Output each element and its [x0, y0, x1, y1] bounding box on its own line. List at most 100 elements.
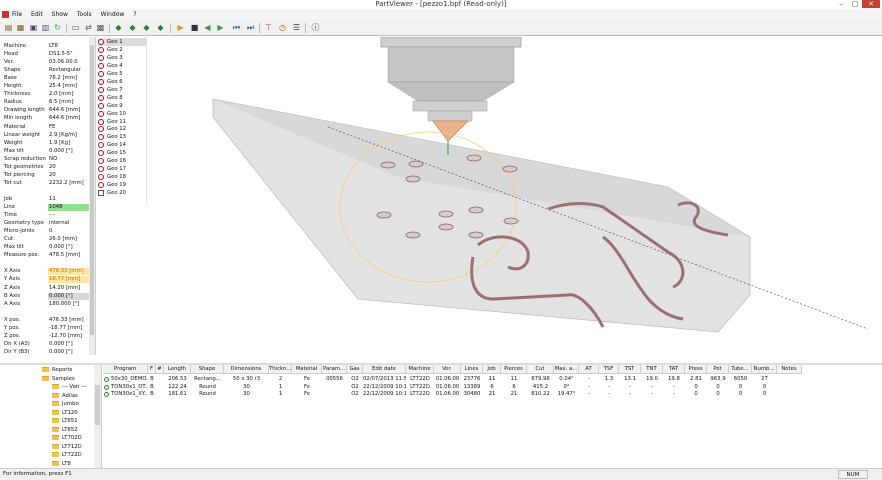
- column-header[interactable]: Press: [685, 365, 707, 374]
- tree-item[interactable]: LT712D: [52, 443, 82, 452]
- column-header[interactable]: TST: [619, 365, 641, 374]
- menu-file[interactable]: File: [12, 9, 22, 20]
- table-cell[interactable]: 1: [269, 391, 292, 398]
- column-header[interactable]: Material: [292, 365, 322, 374]
- table-cell[interactable]: -: [599, 391, 619, 398]
- column-header[interactable]: #: [156, 365, 164, 374]
- layout-icon[interactable]: ▩: [96, 23, 105, 32]
- table-cell[interactable]: -: [641, 384, 663, 391]
- table-cell[interactable]: 50 x 30 r3: [224, 376, 269, 383]
- column-header[interactable]: Tube...: [729, 365, 752, 374]
- first-icon[interactable]: ⏮: [232, 23, 241, 32]
- table-cell[interactable]: 6: [483, 384, 501, 391]
- open-icon[interactable]: ▤: [4, 23, 13, 32]
- table-cell[interactable]: 01.06.00: [434, 391, 461, 398]
- table-cell[interactable]: 2: [269, 376, 292, 383]
- 3d-viewport[interactable]: [148, 37, 882, 363]
- table-cell[interactable]: 879.98: [527, 376, 554, 383]
- column-header[interactable]: Gas: [347, 365, 363, 374]
- table-cell[interactable]: -: [579, 384, 599, 391]
- stop-icon[interactable]: ■: [190, 23, 199, 32]
- column-header[interactable]: Notes: [777, 365, 802, 374]
- play-icon[interactable]: ▶: [176, 23, 185, 32]
- print-icon[interactable]: ▥: [41, 23, 50, 32]
- tree-item[interactable]: LT8: [52, 460, 71, 469]
- column-header[interactable]: Machine: [406, 365, 434, 374]
- tree-item[interactable]: Adilas: [52, 392, 78, 401]
- table-cell[interactable]: 21: [483, 391, 501, 398]
- table-cell[interactable]: 22/12/2009 10:17: [363, 391, 406, 398]
- tree-scrollbar[interactable]: [94, 365, 101, 468]
- table-cell[interactable]: 2.81: [685, 376, 707, 383]
- column-header[interactable]: Dimensions: [224, 365, 269, 374]
- geometry-item[interactable]: Geo 17: [98, 165, 146, 173]
- table-cell[interactable]: Round: [191, 384, 224, 391]
- table-cell[interactable]: 19.8: [663, 376, 685, 383]
- table-cell[interactable]: 11: [501, 376, 527, 383]
- step-back-icon[interactable]: ◀: [203, 23, 212, 32]
- table-cell[interactable]: 19.47°: [554, 391, 579, 398]
- table-cell[interactable]: 11: [483, 376, 501, 383]
- table-cell[interactable]: 963.9: [707, 376, 729, 383]
- table-cell[interactable]: -: [599, 384, 619, 391]
- table-cell[interactable]: 122.24: [164, 384, 191, 391]
- app-logo-icon[interactable]: [2, 11, 9, 18]
- open-folder-icon[interactable]: ▦: [16, 23, 25, 32]
- geometry-item[interactable]: Geo 15: [98, 149, 146, 157]
- geometry-item[interactable]: Geo 5: [98, 70, 146, 78]
- table-cell[interactable]: 0: [685, 391, 707, 398]
- table-cell[interactable]: -: [619, 384, 641, 391]
- tree-item[interactable]: LT652: [52, 426, 78, 435]
- geometry-item[interactable]: Geo 12: [98, 125, 146, 133]
- column-header[interactable]: Param...: [322, 365, 347, 374]
- table-cell[interactable]: O2: [347, 384, 363, 391]
- geometry-item[interactable]: Geo 11: [98, 118, 146, 126]
- view-side-icon[interactable]: ◆: [156, 23, 165, 32]
- menu-help[interactable]: ?: [133, 9, 136, 20]
- table-cell[interactable]: LT722D: [406, 391, 434, 398]
- view-front-icon[interactable]: ◆: [128, 23, 137, 32]
- geometry-item[interactable]: Geo 1: [98, 38, 146, 46]
- table-cell[interactable]: 22/12/2009 10:17: [363, 384, 406, 391]
- tree-item[interactable]: LT722D: [52, 451, 82, 460]
- table-cell[interactable]: TON30x1_XY...: [111, 391, 148, 398]
- column-header[interactable]: TSF: [599, 365, 619, 374]
- table-cell[interactable]: 6050: [729, 376, 752, 383]
- properties-scrollbar[interactable]: [89, 37, 95, 355]
- refresh-icon[interactable]: ↻: [53, 23, 62, 32]
- table-cell[interactable]: -: [619, 391, 641, 398]
- table-cell[interactable]: [156, 391, 164, 398]
- table-cell[interactable]: B: [148, 391, 156, 398]
- table-cell[interactable]: LT722D: [406, 384, 434, 391]
- info-icon[interactable]: ⓘ: [311, 23, 320, 32]
- table-cell[interactable]: TON30x1_DT...: [111, 384, 148, 391]
- table-cell[interactable]: 6: [501, 384, 527, 391]
- geometry-item[interactable]: Geo 3: [98, 54, 146, 62]
- step-forward-icon[interactable]: ▶: [216, 23, 225, 32]
- table-cell[interactable]: 1: [269, 384, 292, 391]
- table-cell[interactable]: [322, 391, 347, 398]
- table-cell[interactable]: [322, 384, 347, 391]
- table-cell[interactable]: [777, 376, 802, 383]
- table-cell[interactable]: Fe: [292, 376, 322, 383]
- table-cell[interactable]: -: [579, 376, 599, 383]
- table-cell[interactable]: [156, 376, 164, 383]
- table-cell[interactable]: [777, 391, 802, 398]
- table-cell[interactable]: O2: [347, 376, 363, 383]
- geometry-item[interactable]: Geo 4: [98, 62, 146, 70]
- table-cell[interactable]: -: [641, 391, 663, 398]
- table-cell[interactable]: 0: [729, 384, 752, 391]
- geometry-item[interactable]: Geo 20: [98, 189, 146, 197]
- geometry-item[interactable]: Geo 13: [98, 133, 146, 141]
- table-cell[interactable]: 0°: [554, 384, 579, 391]
- table-cell[interactable]: 0: [685, 384, 707, 391]
- menu-tools[interactable]: Tools: [77, 9, 92, 20]
- column-header[interactable]: Numb...: [752, 365, 777, 374]
- table-cell[interactable]: [156, 384, 164, 391]
- column-header[interactable]: Lines: [461, 365, 483, 374]
- column-header[interactable]: Thickn...: [269, 365, 292, 374]
- tree-item[interactable]: LT651: [52, 417, 78, 426]
- menu-window[interactable]: Window: [101, 9, 125, 20]
- table-cell[interactable]: 13389: [461, 384, 483, 391]
- table-cell[interactable]: 0: [707, 391, 729, 398]
